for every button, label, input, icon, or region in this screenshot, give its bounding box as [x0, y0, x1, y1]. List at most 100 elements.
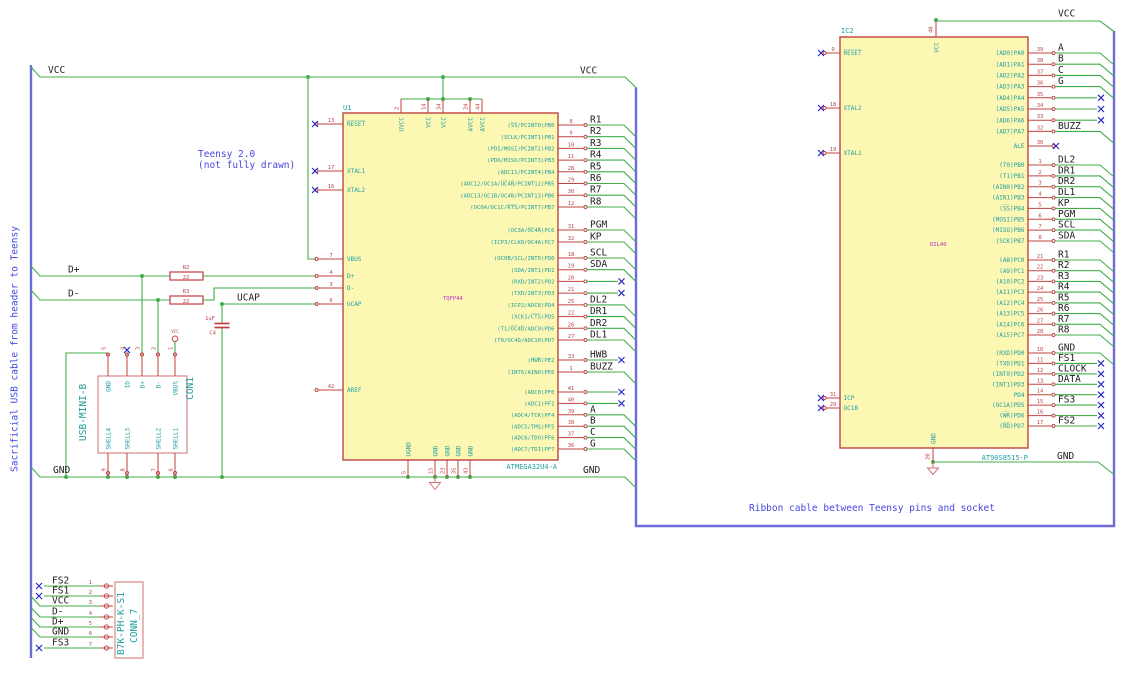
ic2-ref: IC2 [841, 27, 854, 35]
c4-capacitor[interactable]: 1uF C4 [205, 316, 230, 337]
net-label[interactable]: BUZZ [1058, 121, 1081, 132]
pin-end [1051, 163, 1056, 167]
no-connect-x-icon [618, 388, 625, 396]
ic2-symbol[interactable]: IC2 AT90S8515-P DIL40 40 VCC 20 GND 39 (… [817, 21, 1114, 462]
pin-name: (ADC4/TCK)PF4 [511, 413, 555, 419]
net-label[interactable]: R5 [590, 161, 601, 172]
pin-number: 4 [89, 611, 93, 617]
r3-resistor[interactable]: R3 22 [169, 289, 204, 305]
pin-name: (MISO)PB6 [992, 227, 1025, 234]
net-label-gnd-right[interactable]: GND [583, 465, 600, 476]
net-label[interactable]: BUZZ [590, 362, 613, 373]
net-label[interactable]: DL1 [590, 330, 607, 341]
net-label[interactable]: R8 [590, 197, 602, 208]
net-label[interactable]: C [1058, 65, 1064, 76]
net-label[interactable]: DL2 [590, 294, 607, 305]
net-label-ucap[interactable]: UCAP [237, 293, 260, 304]
net-label[interactable]: A [590, 404, 596, 415]
net-label[interactable]: DR1 [1058, 165, 1075, 176]
pin-end [583, 412, 588, 417]
net-label[interactable]: R2 [1058, 260, 1069, 271]
net-label-vcc-left[interactable]: VCC [48, 65, 65, 76]
net-label[interactable]: DATA [1058, 374, 1081, 385]
r3-ref: R3 [183, 289, 190, 295]
note-usb-cable[interactable]: Sacrificial USB cable from header to Tee… [10, 226, 21, 472]
net-label-dminus[interactable]: D- [68, 289, 79, 300]
net-label-vcc-ic2[interactable]: VCC [1058, 9, 1075, 20]
pin-end [583, 146, 588, 151]
no-connect-x-icon [311, 120, 319, 128]
u1-body[interactable] [342, 112, 559, 461]
pin-end [583, 370, 588, 374]
net-label-vcc-right[interactable]: VCC [580, 66, 597, 77]
u1-symbol[interactable]: U1 ATMEGA32U4-A TQFP44 8 (S̅S̅/PCINT0)PB… [311, 99, 636, 477]
net-label-gnd-left[interactable]: GND [53, 465, 70, 476]
net-label[interactable]: SCL [590, 248, 607, 259]
net-label[interactable]: DR1 [590, 306, 607, 317]
pin-name: (ADC1)PF1 [524, 402, 554, 408]
r2-resistor[interactable]: R2 22 [169, 265, 204, 281]
net-label[interactable]: FS3 [52, 638, 69, 649]
net-label[interactable]: KP [590, 232, 602, 243]
net-label[interactable]: R7 [1058, 314, 1069, 325]
note-ribbon-cable[interactable]: Ribbon cable between Teensy pins and soc… [749, 503, 995, 514]
con1-symbol[interactable]: USB-MINI-B CON1 5 GND 4 ID 3 D+ 2 D- 1 V… [78, 346, 196, 477]
net-label[interactable]: R6 [1058, 303, 1070, 314]
net-label[interactable]: DR2 [590, 318, 607, 329]
net-label[interactable]: R3 [590, 138, 601, 149]
net-label[interactable]: HWB [590, 350, 607, 361]
note-teensy-line1[interactable]: Teensy 2.0 [198, 149, 255, 160]
net-label[interactable]: R8 [1058, 325, 1070, 336]
u1-power-rail [401, 77, 482, 100]
pin-end [583, 158, 588, 163]
net-label[interactable]: R2 [590, 126, 601, 137]
net-label[interactable]: DL1 [1058, 187, 1075, 198]
net-label[interactable]: SDA [590, 259, 607, 270]
net-label[interactable]: C [590, 427, 596, 438]
no-connect-x-icon [311, 186, 319, 194]
pin-name: (SCLK/PCINT1)PB1 [501, 135, 555, 141]
ic2-vcc-wire [936, 20, 1115, 32]
pin-number: 27 [1037, 318, 1044, 324]
net-label[interactable]: SCL [1058, 220, 1075, 231]
ic2-value: AT90S8515-P [982, 454, 1028, 462]
net-label[interactable]: DR2 [1058, 176, 1075, 187]
net-label[interactable]: R3 [1058, 271, 1069, 282]
net-label[interactable]: B [590, 416, 596, 427]
net-label[interactable]: R1 [1058, 250, 1070, 261]
net-label[interactable]: G [590, 439, 596, 450]
u1-value: ATMEGA32U4-A [506, 463, 557, 471]
net-label[interactable]: FS3 [1058, 395, 1075, 406]
net-label[interactable]: R5 [1058, 292, 1069, 303]
net-label[interactable]: R1 [590, 115, 602, 126]
net-label[interactable]: SDA [1058, 231, 1075, 242]
pin-name: (INT6/AIN0)PE6 [507, 370, 554, 376]
no-connect-x-icon [1052, 142, 1060, 150]
net-label[interactable]: DL2 [1058, 155, 1075, 166]
net-label[interactable]: R4 [1058, 282, 1070, 293]
conn7-symbol[interactable]: B7K-PH-K-S1 CONN_7 FS2 1 FS1 2 VCC 3 D- … [30, 576, 144, 659]
net-label[interactable]: CLOCK [1058, 363, 1087, 374]
net-label[interactable]: B [1058, 54, 1064, 65]
note-teensy-line2[interactable]: (not fully drawn) [198, 160, 295, 171]
pin-end [583, 228, 588, 232]
net-label[interactable]: A [1058, 43, 1064, 54]
pin-number: 22 [1037, 265, 1044, 271]
net-label[interactable]: G [1058, 76, 1064, 87]
pin-number: 4 [329, 270, 333, 276]
net-label[interactable]: R7 [590, 185, 601, 196]
net-label[interactable]: KP [1058, 198, 1070, 209]
wire-to-bus [587, 371, 636, 384]
net-label[interactable]: VCC [52, 596, 69, 607]
net-label[interactable]: FS2 [1058, 416, 1075, 427]
net-label[interactable]: GND [52, 627, 69, 638]
wire-to-bus [1055, 130, 1114, 144]
net-label-gnd-ic2[interactable]: GND [1057, 451, 1074, 462]
net-label-dplus[interactable]: D+ [68, 265, 80, 276]
net-label[interactable]: GND [1058, 343, 1075, 354]
net-label[interactable]: FS1 [1058, 353, 1075, 364]
net-label[interactable]: R6 [590, 173, 602, 184]
net-label[interactable]: R4 [590, 150, 602, 161]
net-label[interactable]: PGM [590, 220, 607, 231]
net-label[interactable]: PGM [1058, 209, 1075, 220]
